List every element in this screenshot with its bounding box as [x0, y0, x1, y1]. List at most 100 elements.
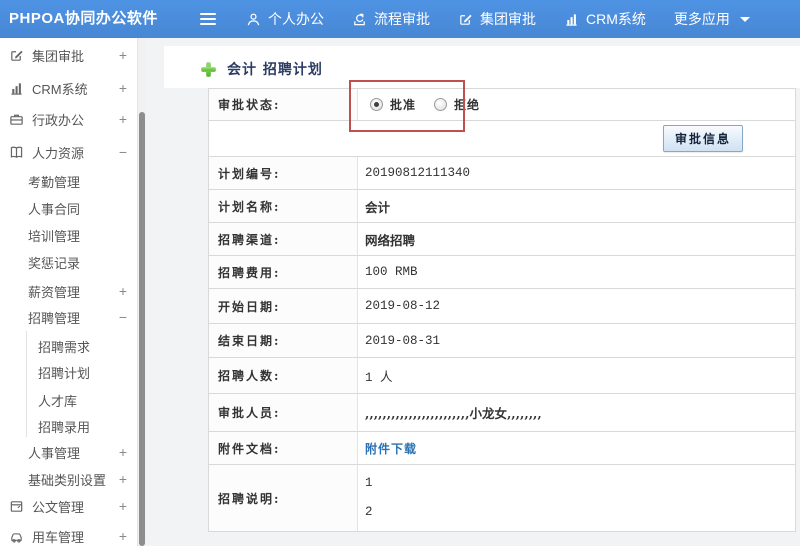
sidebar-item-crm-system[interactable]: CRM系统 +	[0, 77, 137, 99]
expand-icon[interactable]: +	[119, 468, 127, 490]
nav-label: 个人办公	[268, 11, 324, 27]
sidebar-item-label: 用车管理	[32, 529, 85, 545]
sidebar-item-recruit-hire[interactable]: 招聘录用	[0, 415, 137, 437]
plan-name-value: 会计	[365, 199, 391, 215]
collapse-icon[interactable]: −	[119, 141, 127, 163]
expand-icon[interactable]: +	[119, 495, 127, 517]
sidebar-item-salary-mgmt[interactable]: 薪资管理 +	[0, 280, 137, 302]
description-value: 1 2	[365, 476, 373, 519]
edit-icon	[458, 12, 473, 27]
sidebar-scrollbar-thumb[interactable]	[139, 112, 145, 546]
nav-more-apps[interactable]: 更多应用	[674, 9, 750, 29]
sidebar-item-label: 考勤管理	[28, 174, 81, 190]
hamburger-menu-icon[interactable]	[198, 11, 218, 27]
radio-reject-icon[interactable]	[434, 98, 448, 111]
expand-icon[interactable]: +	[119, 44, 127, 66]
user-icon	[246, 12, 261, 27]
recruit-plan-form: 审批状态: 批准 拒绝 审批信息 计划编号: 20190812111340 计划…	[208, 88, 796, 532]
sidebar-item-talent-pool[interactable]: 人才库	[0, 389, 137, 411]
form-row-recruit-fee: 招聘费用: 100 RMB	[209, 256, 795, 289]
sidebar-item-label: 招聘管理	[28, 310, 81, 326]
nav-group-approval[interactable]: 集团审批	[458, 9, 536, 29]
sidebar-item-label: 人力资源	[32, 145, 85, 161]
sidebar-item-label: 奖惩记录	[28, 255, 81, 271]
recruit-channel-value: 网络招聘	[365, 232, 416, 248]
sidebar-item-label: 招聘录用	[38, 419, 91, 435]
sidebar-item-label: 人事合同	[28, 201, 81, 217]
chart-icon	[564, 12, 579, 27]
radio-approve[interactable]: 批准	[370, 96, 416, 113]
attachment-download-link[interactable]: 附件下载	[365, 440, 417, 457]
sidebar-item-personnel-mgmt[interactable]: 人事管理 +	[0, 441, 137, 463]
sidebar-item-hr-contracts[interactable]: 人事合同	[0, 197, 137, 219]
sidebar-item-label: 公文管理	[32, 499, 85, 515]
sidebar-item-recruit-mgmt[interactable]: 招聘管理 −	[0, 306, 137, 328]
form-row-approvers: 审批人员: ,,,,,,,,,,,,,,,,,,,,,,,,小龙女,,,,,,,…	[209, 394, 795, 432]
form-row-end-date: 结束日期: 2019-08-31	[209, 324, 795, 358]
form-row-approval-status: 审批状态: 批准 拒绝	[209, 89, 795, 121]
nav-label: CRM系统	[586, 11, 646, 27]
end-date-value: 2019-08-31	[365, 333, 441, 348]
plan-number-value: 20190812111340	[365, 166, 471, 180]
sidebar-item-human-resources[interactable]: 人力资源 −	[0, 141, 137, 163]
nav-crm-system[interactable]: CRM系统	[564, 9, 646, 29]
approval-info-button[interactable]: 审批信息	[662, 125, 743, 152]
form-row-approval-button: 审批信息	[209, 121, 795, 157]
approval-status-label: 审批状态:	[209, 89, 358, 120]
sidebar-item-label: 人才库	[38, 393, 78, 409]
sidebar-item-label: CRM系统	[32, 81, 88, 97]
nav-label: 流程审批	[374, 11, 430, 27]
collapse-icon[interactable]: −	[119, 306, 127, 328]
sidebar-item-recruit-demand[interactable]: 招聘需求	[0, 335, 137, 357]
approval-status-options: 批准 拒绝	[358, 89, 795, 120]
expand-icon[interactable]: +	[119, 108, 127, 130]
sidebar-item-training-mgmt[interactable]: 培训管理	[0, 224, 137, 246]
sidebar-item-attendance-mgmt[interactable]: 考勤管理	[0, 170, 137, 192]
workflow-icon	[352, 12, 367, 27]
recruit-fee-value: 100 RMB	[365, 265, 418, 279]
nav-label: 更多应用	[673, 11, 730, 27]
sidebar-item-label: 人事管理	[28, 445, 81, 461]
sidebar-item-label: 招聘需求	[38, 339, 91, 355]
start-date-value: 2019-08-12	[365, 299, 441, 313]
chart-icon	[9, 81, 24, 96]
form-row-plan-number: 计划编号: 20190812111340	[209, 157, 795, 190]
top-nav: 个人办公 流程审批 集团审批 CRM系统 更多应用	[198, 0, 750, 38]
caret-down-icon	[739, 16, 750, 22]
sidebar-item-label: 薪资管理	[28, 284, 81, 300]
expand-icon[interactable]: +	[119, 441, 127, 463]
sidebar-item-document-mgmt[interactable]: 公文管理 +	[0, 495, 137, 517]
sidebar-item-label: 招聘计划	[38, 365, 91, 381]
radio-reject[interactable]: 拒绝	[434, 96, 480, 113]
radio-approve-icon[interactable]	[370, 98, 383, 111]
main-content: 会计 招聘计划 审批状态: 批准 拒绝 审批信息 计划编号: 201908121…	[146, 38, 800, 546]
sidebar-item-vehicle-mgmt[interactable]: 用车管理 +	[0, 525, 137, 546]
sidebar-item-label: 集团审批	[32, 48, 85, 64]
doc-icon	[9, 499, 24, 514]
sidebar-item-label: 行政办公	[32, 112, 85, 128]
expand-icon[interactable]: +	[119, 525, 127, 546]
expand-icon[interactable]: +	[119, 280, 127, 302]
sidebar-item-label: 培训管理	[28, 228, 81, 244]
sidebar-menu: 集团审批 + CRM系统 + 行政办公 + 人力资源 − 考勤管理人事合同培训管理奖惩记录薪资管…	[0, 38, 137, 546]
nav-label: 集团审批	[480, 11, 536, 27]
sidebar-item-admin-office[interactable]: 行政办公 +	[0, 108, 137, 130]
approvers-value: ,,,,,,,,,,,,,,,,,,,,,,,,小龙女,,,,,,,,	[365, 406, 542, 421]
nav-personal-office[interactable]: 个人办公	[246, 9, 324, 29]
sidebar-item-reward-punish-records[interactable]: 奖惩记录	[0, 251, 137, 273]
headcount-value: 1 人	[365, 371, 393, 385]
form-row-plan-name: 计划名称: 会计	[209, 190, 795, 223]
form-row-recruit-channel: 招聘渠道: 网络招聘	[209, 223, 795, 256]
nav-workflow-approval[interactable]: 流程审批	[352, 9, 430, 29]
sidebar-item-recruit-plan[interactable]: 招聘计划	[0, 361, 137, 383]
app-title: PHPOA协同办公软件	[9, 10, 158, 27]
title-band: 会计 招聘计划	[164, 46, 800, 88]
form-row-attachment: 附件文档: 附件下载	[209, 432, 795, 465]
book-icon	[9, 145, 24, 160]
expand-icon[interactable]: +	[119, 77, 127, 99]
briefcase-icon	[9, 112, 24, 127]
form-row-description: 招聘说明: 1 2	[209, 465, 795, 532]
page-title: 会计 招聘计划	[227, 62, 323, 78]
sidebar-item-base-category-settings[interactable]: 基础类别设置 +	[0, 468, 137, 490]
sidebar-item-group-approval[interactable]: 集团审批 +	[0, 44, 137, 66]
